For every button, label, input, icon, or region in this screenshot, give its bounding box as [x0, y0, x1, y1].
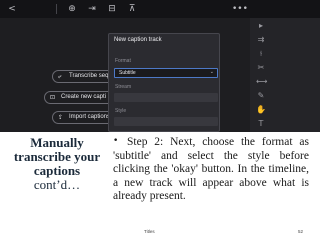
stream-label: Stream	[115, 84, 132, 90]
slide-title-line1: Manually	[30, 135, 84, 150]
arrow-tool-icon[interactable]: ▸	[256, 21, 266, 31]
slide-title: Manually transcribe your captions cont’d…	[6, 136, 108, 192]
toolbar-divider	[56, 4, 57, 14]
wrench-icon[interactable]: ⊼	[126, 3, 138, 15]
stream-select[interactable]	[114, 93, 218, 102]
style-label: Style	[115, 108, 127, 114]
transcribe-icon: ⤶	[58, 73, 62, 80]
create-new-captions-label: Create new capti	[61, 94, 107, 100]
format-select-value: Subtitle	[119, 70, 136, 76]
footer-title: Titles	[144, 229, 155, 234]
adjust-icon[interactable]: ⊟	[106, 3, 118, 15]
pen-icon[interactable]: ✎	[256, 91, 266, 101]
page-number: 52	[298, 229, 304, 234]
import-captions-button[interactable]: ⇪ Import captions fr	[52, 111, 116, 124]
slide-body-text: Step 2: Next, choose the format as 'subt…	[113, 136, 309, 204]
transcribe-sequence-label: Transcribe sequ	[69, 73, 112, 79]
track-select-icon[interactable]: ⇉	[256, 35, 266, 45]
type-icon[interactable]: T	[256, 119, 266, 129]
step-2-text: Step 2: Next, choose the format as 'subt…	[113, 136, 309, 203]
format-select[interactable]: Subtitle ⌄	[114, 68, 218, 78]
slide-title-continued: cont’d…	[33, 177, 81, 192]
more-icon[interactable]: •••	[232, 3, 248, 15]
chevron-left-icon[interactable]: <	[6, 3, 18, 15]
create-new-captions-button[interactable]: ⊡ Create new capti	[44, 91, 116, 104]
slide-title-line3: captions	[33, 163, 81, 178]
slip-icon[interactable]: ⟷	[256, 77, 267, 87]
app-screenshot: < ⊕ ⇥ ⊟ ⊼ ••• ⤶ Transcribe sequ ⊡ Create…	[0, 0, 320, 132]
cc-icon: ⊡	[50, 94, 56, 101]
align-icon[interactable]: ⇥	[86, 3, 98, 15]
razor-icon[interactable]: ✂	[256, 63, 266, 73]
format-label: Format	[115, 58, 131, 64]
style-select[interactable]	[114, 117, 218, 126]
ripple-edit-icon[interactable]: ⫮	[256, 49, 266, 59]
dialog-title: New caption track	[114, 37, 162, 43]
new-caption-track-dialog: New caption track Format Subtitle ⌄ Stre…	[108, 33, 220, 132]
slide-title-line2: transcribe your	[13, 149, 101, 164]
transcribe-sequence-button[interactable]: ⤶ Transcribe sequ	[52, 70, 116, 83]
import-icon: ⇪	[58, 114, 64, 121]
top-toolbar: < ⊕ ⇥ ⊟ ⊼ •••	[0, 0, 320, 18]
chevron-down-icon: ⌄	[209, 69, 214, 75]
settings-icon[interactable]: ⊕	[66, 3, 78, 15]
hand-icon[interactable]: ✋	[256, 105, 266, 115]
